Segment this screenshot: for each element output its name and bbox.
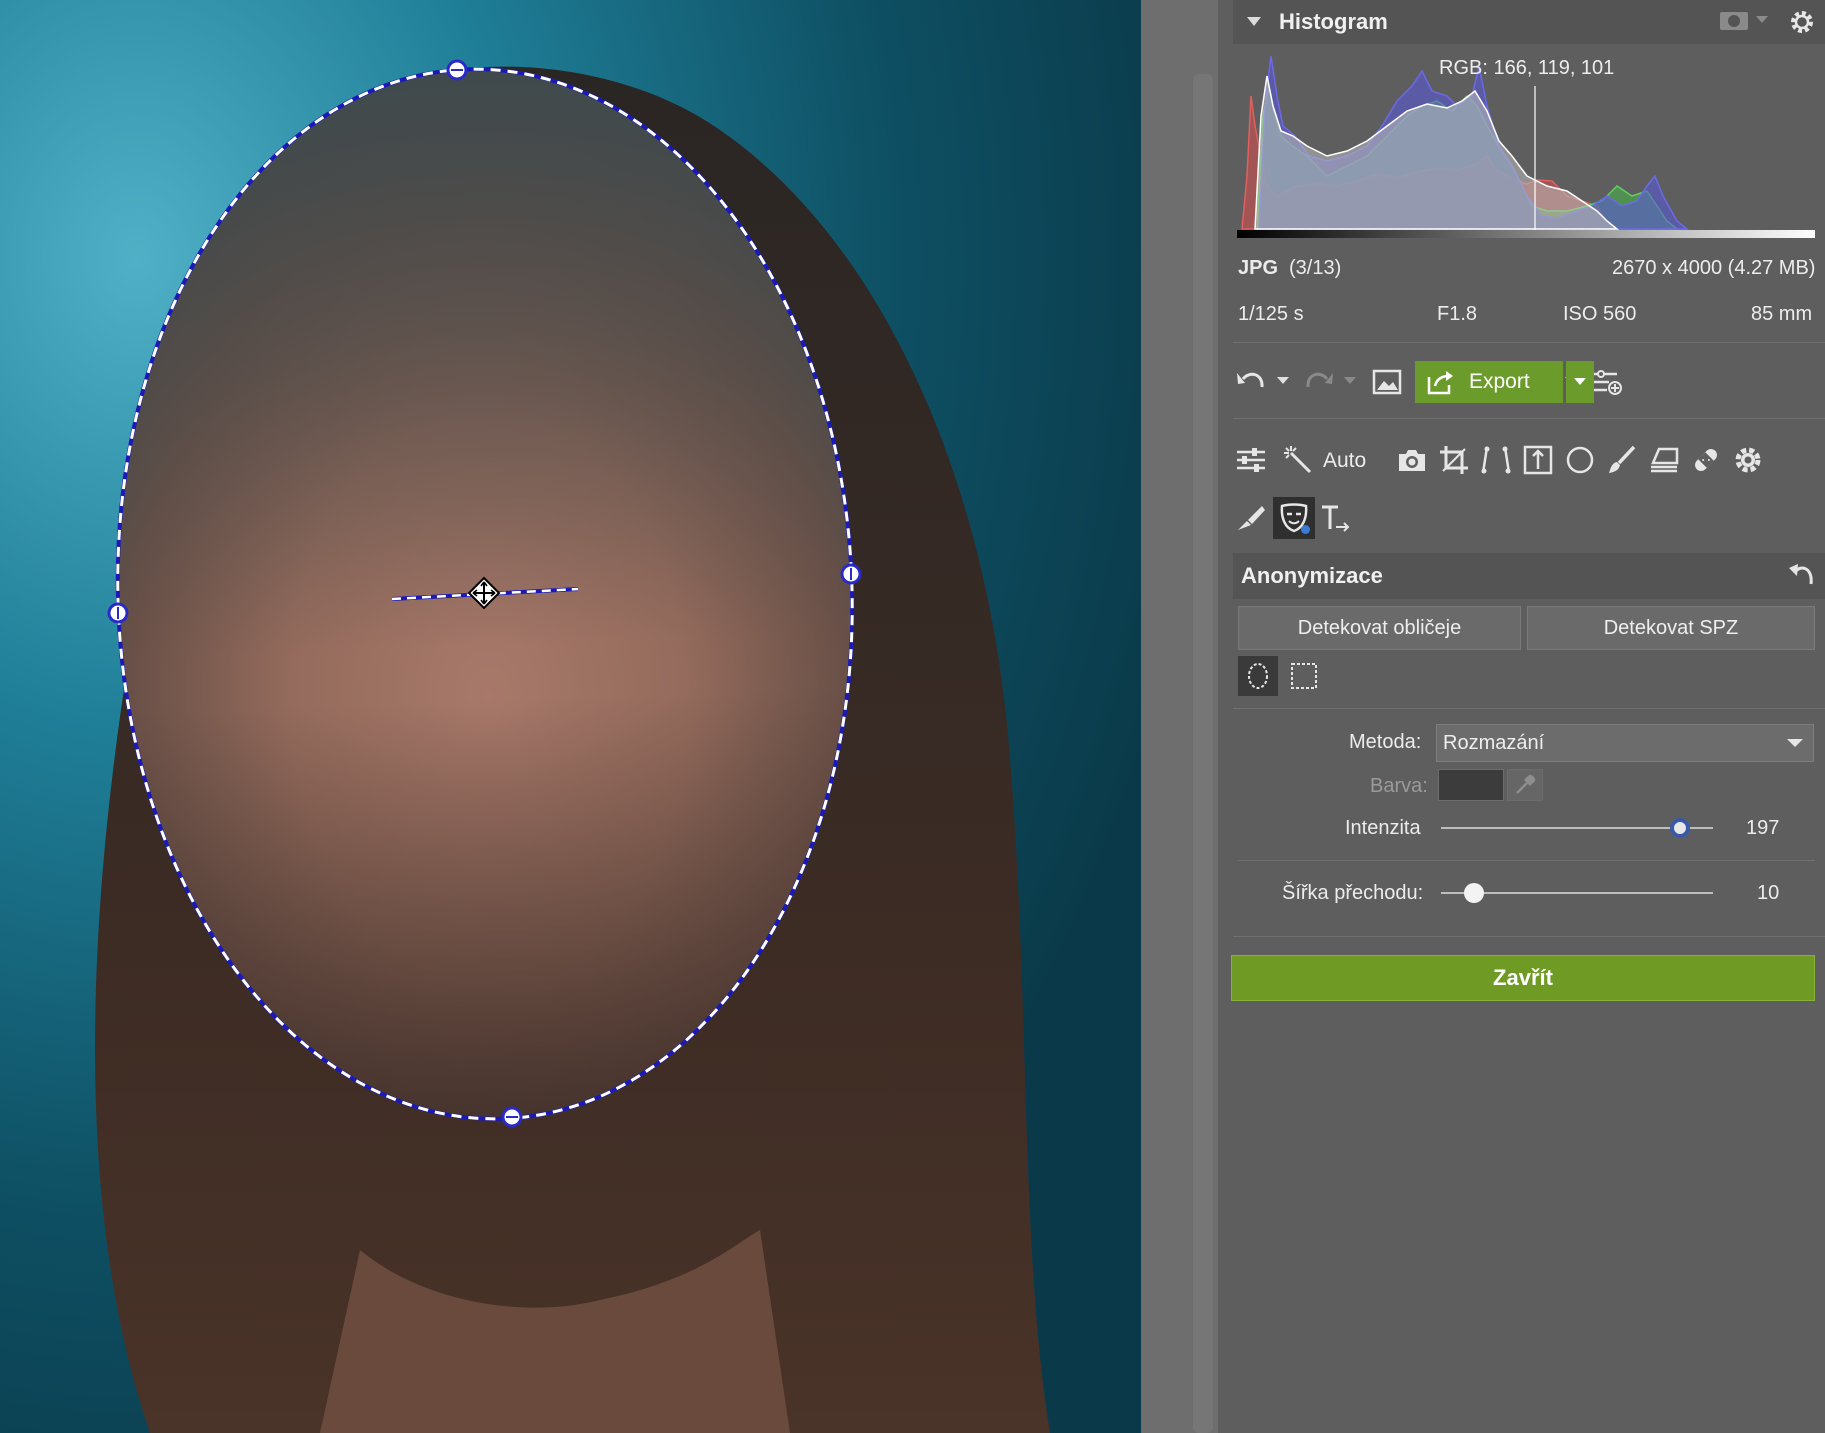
- undo-button[interactable]: [1232, 363, 1270, 401]
- resize-handle-bottom[interactable]: [501, 1106, 523, 1128]
- tool-resize[interactable]: [1519, 441, 1557, 479]
- exif-iso: ISO 560: [1563, 303, 1637, 325]
- resize-icon: [1523, 445, 1553, 475]
- undo-icon: [1237, 372, 1264, 388]
- intensity-value: 197: [1746, 817, 1780, 839]
- resize-handle-left[interactable]: [107, 602, 129, 624]
- tool-auto-enhance[interactable]: [1279, 441, 1317, 479]
- export-label: Export: [1469, 370, 1530, 393]
- export-share-icon: [1427, 371, 1453, 395]
- tool-brush[interactable]: [1603, 441, 1641, 479]
- divider: [1238, 860, 1815, 861]
- rectangle-shape-button[interactable]: [1284, 656, 1324, 696]
- chevron-down-icon: [1787, 739, 1803, 747]
- undo-dropdown-icon[interactable]: [1277, 377, 1289, 385]
- close-button[interactable]: Zavřít: [1231, 955, 1815, 1001]
- export-dropdown-icon: [1574, 378, 1586, 385]
- divider: [1233, 708, 1825, 709]
- tool-settings[interactable]: [1729, 441, 1767, 479]
- camera-icon: [1399, 450, 1425, 471]
- auto-label[interactable]: Auto: [1323, 449, 1366, 473]
- rgb-readout: RGB: 166, 119, 101: [1439, 57, 1615, 79]
- exif-focal-length: 85 mm: [1751, 303, 1813, 325]
- perspective-icon: [1481, 446, 1511, 474]
- text-tool-icon: [1322, 505, 1350, 532]
- redo-dropdown-icon[interactable]: [1344, 377, 1356, 385]
- gear-icon: [1735, 447, 1761, 473]
- circle-icon: [1566, 446, 1594, 474]
- adjustment-sliders-icon: [1237, 448, 1265, 472]
- gradient-filter-icon: [1651, 447, 1679, 473]
- tool-retouch[interactable]: [1232, 499, 1270, 537]
- image-icon: [1372, 369, 1402, 395]
- pen-icon: [1238, 506, 1265, 530]
- divider: [1233, 418, 1825, 419]
- file-index: (3/13): [1289, 257, 1342, 279]
- tool-gradient-filter[interactable]: [1645, 441, 1683, 479]
- tool-adjustments[interactable]: [1232, 441, 1270, 479]
- file-format: JPG: [1238, 257, 1279, 279]
- ellipse-shape-button[interactable]: [1238, 656, 1278, 696]
- color-label: Barva:: [1370, 775, 1428, 797]
- ellipse-selection-icon: [1248, 663, 1268, 689]
- tool-camera[interactable]: [1393, 441, 1431, 479]
- tool-anonymization[interactable]: [1273, 497, 1315, 539]
- export-dropdown-button[interactable]: [1566, 361, 1594, 403]
- sliders-plus-icon: [1593, 370, 1622, 395]
- file-dimensions: 2670 x 4000 (4.27 MB): [1612, 257, 1816, 279]
- exif-shutter: 1/125 s: [1238, 303, 1304, 325]
- camera-mode-icon[interactable]: [1719, 10, 1749, 32]
- collapse-triangle-icon[interactable]: [1247, 17, 1261, 27]
- method-value: Rozmazání: [1443, 731, 1545, 754]
- resize-handle-right[interactable]: [840, 563, 862, 585]
- intensity-label: Intenzita: [1345, 817, 1421, 839]
- histogram-title: Histogram: [1279, 9, 1388, 34]
- brush-icon: [1609, 445, 1636, 473]
- compare-image-button[interactable]: [1368, 363, 1406, 401]
- magic-wand-icon: [1284, 446, 1312, 474]
- active-indicator-dot: [1301, 525, 1310, 534]
- app-window: Histogram RGB: 166, 119, 101 JPG (3/13) …: [0, 0, 1825, 1433]
- export-button[interactable]: Export: [1415, 361, 1563, 403]
- color-swatch[interactable]: [1438, 769, 1504, 801]
- eyedropper-button[interactable]: [1507, 769, 1543, 801]
- bandage-icon: [1695, 449, 1717, 471]
- detect-plates-button[interactable]: Detekovat SPZ: [1527, 606, 1815, 650]
- tool-radial-filter[interactable]: [1561, 441, 1599, 479]
- feather-slider-thumb[interactable]: [1463, 883, 1484, 903]
- tool-text[interactable]: [1317, 499, 1355, 537]
- anonymization-title: Anonymizace: [1241, 563, 1383, 588]
- feather-value: 10: [1757, 882, 1780, 904]
- camera-mode-dropdown-icon[interactable]: [1756, 16, 1768, 24]
- tool-crop[interactable]: [1435, 441, 1473, 479]
- feather-label: Šířka přechodu:: [1282, 882, 1424, 904]
- redo-button[interactable]: [1300, 363, 1338, 401]
- tool-healing[interactable]: [1687, 441, 1725, 479]
- anonymization-header: Anonymizace: [1233, 553, 1825, 599]
- redo-icon: [1306, 372, 1333, 388]
- panel-scrollbar[interactable]: [1193, 74, 1213, 1433]
- histogram-tone-scale: [1237, 230, 1815, 238]
- histogram-settings-gear-icon[interactable]: [1788, 8, 1816, 36]
- rectangle-selection-icon: [1291, 663, 1317, 689]
- divider: [1233, 342, 1825, 343]
- exif-aperture: F1.8: [1437, 303, 1478, 325]
- resize-handle-top[interactable]: [446, 59, 468, 81]
- divider: [1233, 936, 1825, 937]
- reset-undo-icon[interactable]: [1787, 560, 1815, 588]
- eyedropper-icon: [1516, 774, 1536, 794]
- tool-perspective[interactable]: [1477, 441, 1515, 479]
- photo-canvas[interactable]: [0, 0, 1141, 1433]
- method-label: Metoda:: [1349, 731, 1422, 753]
- detect-faces-button[interactable]: Detekovat obličeje: [1238, 606, 1521, 650]
- panel-splitter[interactable]: [1141, 0, 1218, 1433]
- method-select[interactable]: Rozmazání: [1436, 724, 1814, 762]
- crop-icon: [1440, 446, 1468, 474]
